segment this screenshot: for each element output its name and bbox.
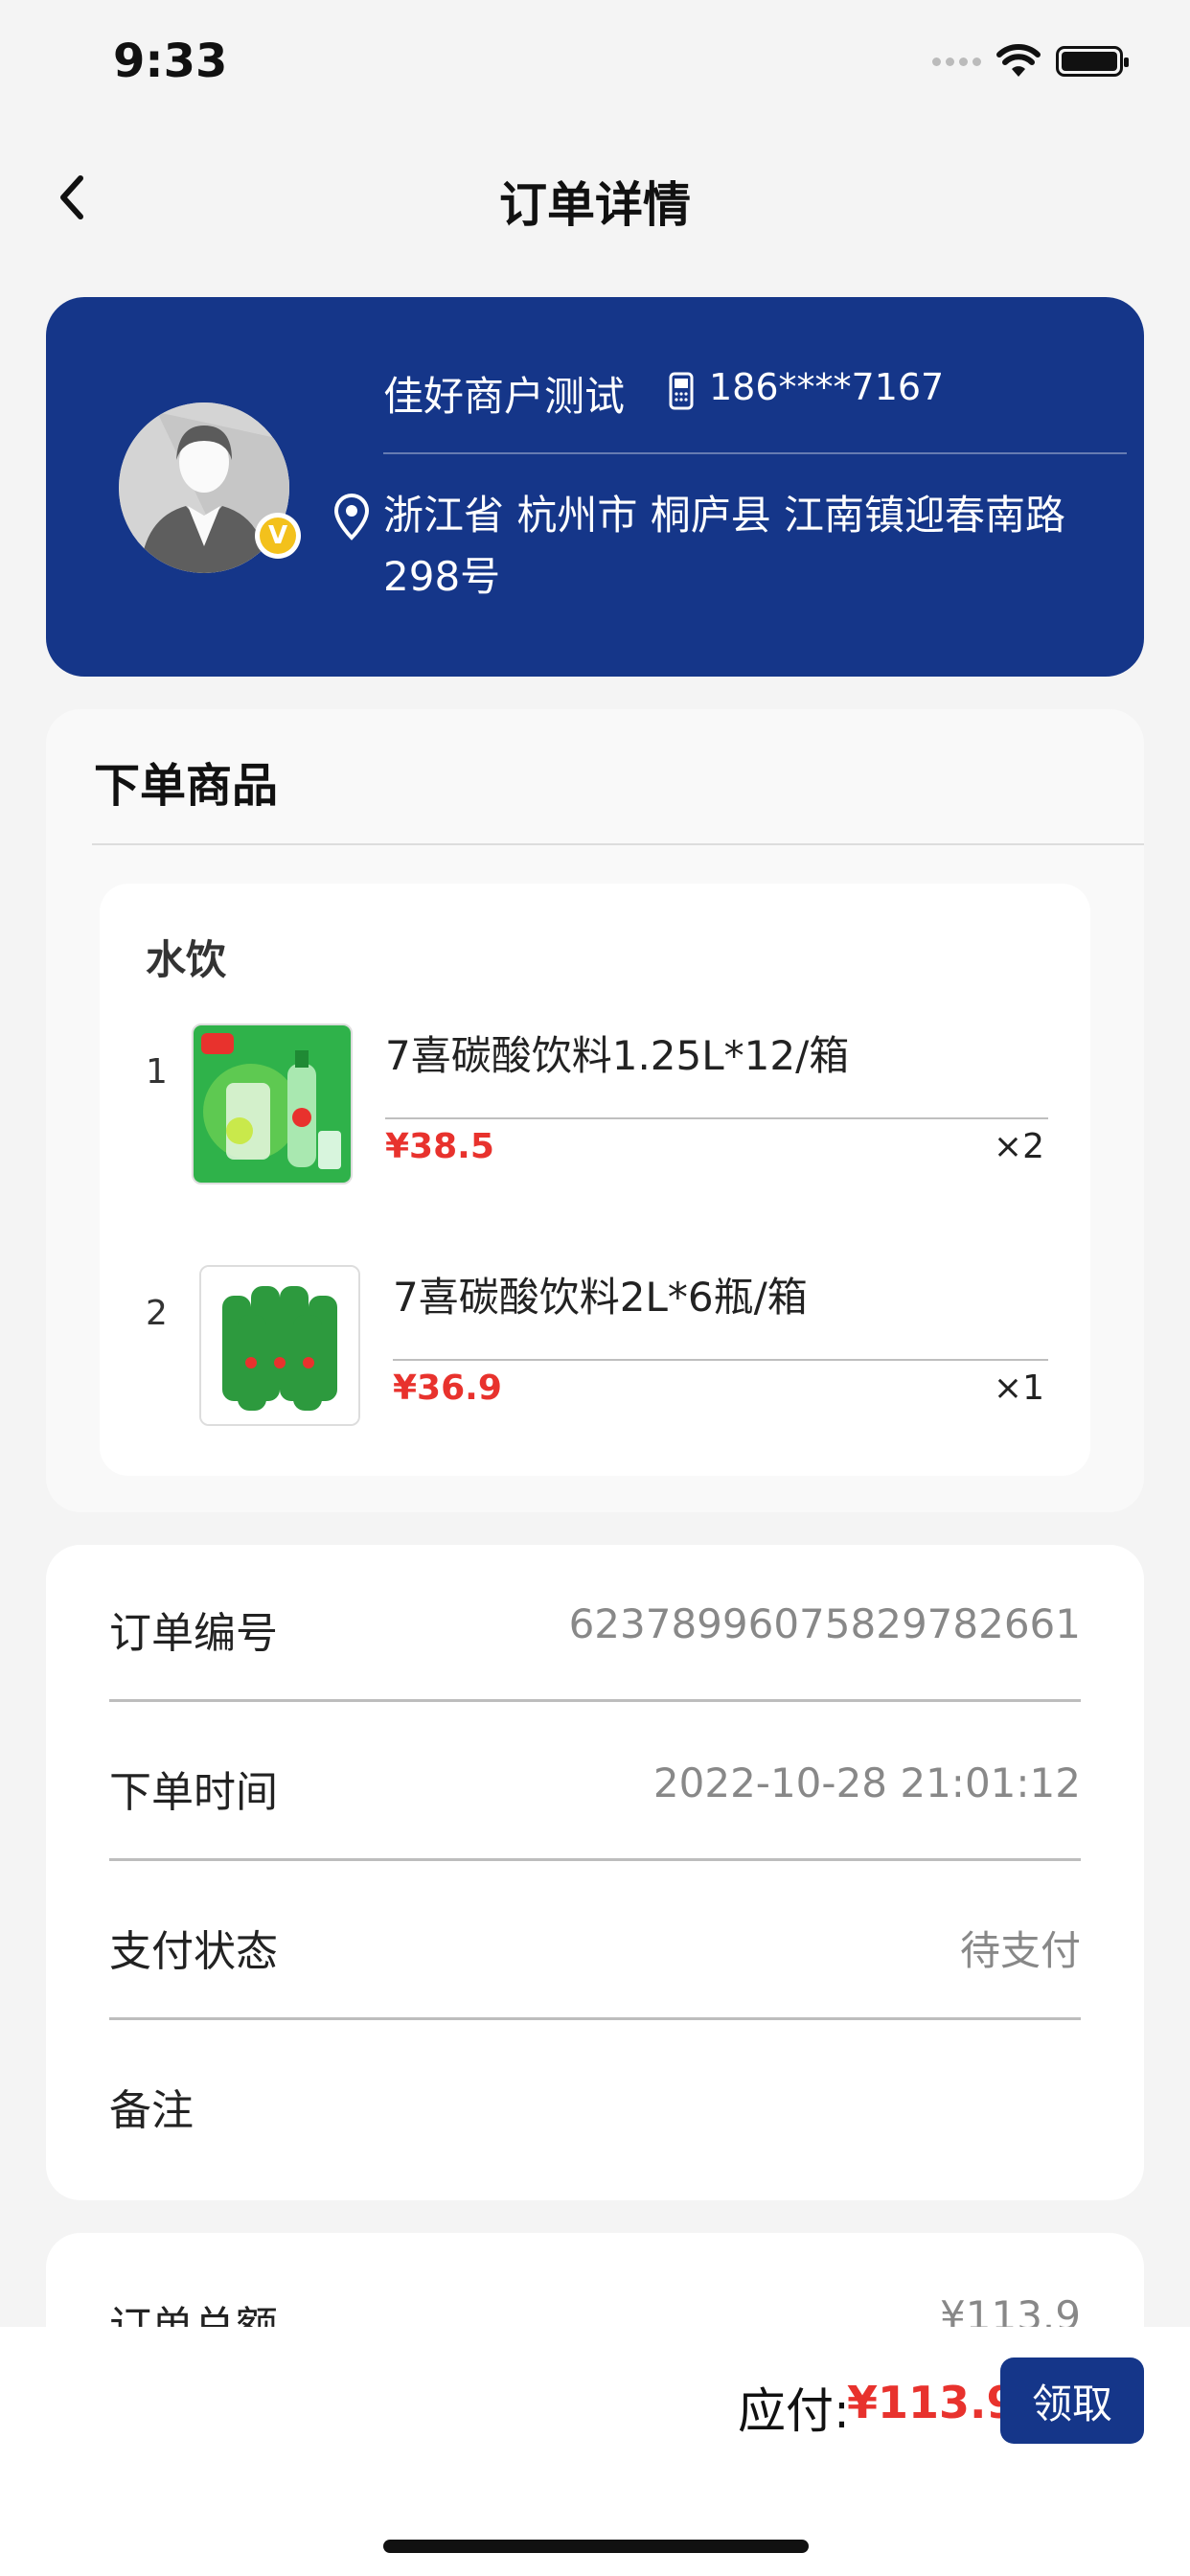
vip-badge: V bbox=[255, 513, 301, 559]
signal-icon bbox=[932, 57, 981, 66]
amount-due-value: ¥113.9 bbox=[847, 2377, 1018, 2428]
item-quantity: ×1 bbox=[993, 1368, 1044, 1408]
row-divider bbox=[109, 2017, 1081, 2020]
order-time-value: 2022-10-28 21:01:12 bbox=[652, 1760, 1081, 1806]
order-number-row: 订单编号 6237899607582978266​1 bbox=[109, 1545, 1081, 1702]
wifi-icon bbox=[996, 44, 1041, 77]
remark-row[interactable]: 备注 bbox=[109, 2022, 1081, 2179]
claim-button[interactable]: 领取 bbox=[1000, 2358, 1144, 2444]
product-image bbox=[199, 1265, 360, 1426]
item-divider bbox=[393, 1359, 1048, 1361]
category-group: 水饮 1 7喜碳酸饮料1.25L*12/箱 ¥38.5 ×2 2 7喜碳酸饮料2… bbox=[100, 884, 1090, 1476]
phone-icon bbox=[669, 372, 694, 410]
item-divider bbox=[385, 1117, 1048, 1119]
home-indicator[interactable] bbox=[383, 2540, 809, 2553]
order-time-label: 下单时间 bbox=[109, 1768, 278, 1817]
ordered-goods-card: 下单商品 水饮 1 7喜碳酸饮料1.25L*12/箱 ¥38.5 ×2 2 7喜… bbox=[46, 709, 1144, 1512]
item-name: 7喜碳酸饮料2L*6瓶/箱 bbox=[393, 1274, 808, 1321]
goods-item[interactable]: 1 7喜碳酸饮料1.25L*12/箱 ¥38.5 ×2 bbox=[100, 1024, 1090, 1215]
soda-box-image bbox=[194, 1025, 351, 1183]
remark-label: 备注 bbox=[109, 2086, 194, 2135]
item-quantity: ×2 bbox=[993, 1127, 1044, 1166]
status-icons bbox=[932, 44, 1129, 79]
order-number-label: 订单编号 bbox=[109, 1609, 278, 1658]
payment-status-row: 支付状态 待支付 bbox=[109, 1863, 1081, 2020]
payment-status-label: 支付状态 bbox=[109, 1927, 278, 1976]
page-title: 订单详情 bbox=[499, 177, 691, 233]
bottom-action-bar: 应付: ¥113.9 领取 bbox=[0, 2327, 1190, 2576]
customer-card: V 佳好商户测试 186****7167 浙江省 杭州市 桐庐县 江南镇迎春南路… bbox=[46, 297, 1144, 677]
row-divider bbox=[109, 1858, 1081, 1861]
customer-divider bbox=[383, 452, 1127, 454]
goods-divider bbox=[92, 843, 1144, 845]
order-time-row: 下单时间 2022-10-28 21:01:12 bbox=[109, 1704, 1081, 1861]
soda-bottles-image bbox=[201, 1267, 358, 1424]
goods-section-title: 下单商品 bbox=[94, 759, 279, 813]
item-index: 2 bbox=[146, 1294, 168, 1333]
payment-status-value: 待支付 bbox=[959, 1927, 1081, 1974]
order-info-card: 订单编号 6237899607582978266​1 下单时间 2022-10-… bbox=[46, 1545, 1144, 2200]
amount-due-label: 应付: bbox=[738, 2383, 850, 2439]
row-divider bbox=[109, 1699, 1081, 1702]
status-bar: 9:33 bbox=[0, 0, 1190, 134]
customer-phone: 186****7167 bbox=[709, 366, 945, 408]
category-name: 水饮 bbox=[146, 936, 227, 983]
nav-bar: 订单详情 bbox=[0, 144, 1190, 249]
battery-icon bbox=[1056, 46, 1129, 77]
item-index: 1 bbox=[146, 1052, 168, 1092]
location-pin-icon bbox=[333, 493, 370, 540]
order-number-value: 6237899607582978266​1 bbox=[568, 1600, 1081, 1647]
customer-name: 佳好商户测试 bbox=[383, 373, 626, 420]
order-detail-screen: 9:33 订单详情 V 佳好商户测试 186****7167 浙江省 杭州市 桐… bbox=[0, 0, 1190, 2576]
item-price: ¥36.9 bbox=[393, 1368, 502, 1408]
customer-address: 浙江省 杭州市 桐庐县 江南镇迎春南路298号 bbox=[383, 492, 1066, 600]
item-price: ¥38.5 bbox=[385, 1127, 494, 1166]
goods-item[interactable]: 2 7喜碳酸饮料2L*6瓶/箱 ¥36.9 ×1 bbox=[100, 1265, 1090, 1457]
item-name: 7喜碳酸饮料1.25L*12/箱 bbox=[385, 1032, 850, 1079]
status-time: 9:33 bbox=[113, 34, 228, 88]
product-image bbox=[192, 1024, 353, 1184]
